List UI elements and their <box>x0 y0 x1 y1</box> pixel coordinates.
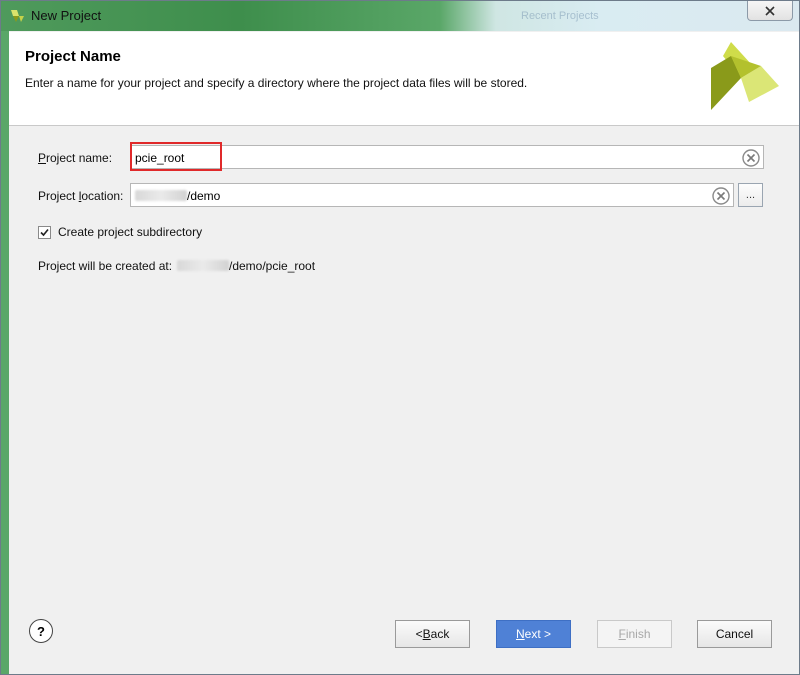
wizard-content: Project name: pcie_root Project location… <box>9 126 799 674</box>
project-location-input[interactable]: /demo <box>130 183 734 207</box>
next-label: ext > <box>524 627 552 641</box>
redacted-path <box>135 190 187 201</box>
back-label: ack <box>430 627 450 641</box>
title-bar: New Project Recent Projects <box>1 1 799 31</box>
close-icon <box>765 5 775 16</box>
finish-button[interactable]: Finish <box>597 620 672 648</box>
browse-label: ... <box>745 189 756 201</box>
create-subdirectory-checkbox[interactable] <box>38 226 51 239</box>
window-frame-left <box>1 31 9 674</box>
clear-icon[interactable] <box>742 149 760 167</box>
window-title: New Project <box>31 8 102 23</box>
project-name-label: Project name: <box>38 151 113 165</box>
page-description: Enter a name for your project and specif… <box>25 76 528 90</box>
cancel-button[interactable]: Cancel <box>697 620 772 648</box>
browse-location-button[interactable]: ... <box>738 183 763 207</box>
create-subdirectory-label: Create project subdirectory <box>58 225 203 239</box>
annotation-highlight-box <box>130 142 222 171</box>
project-location-label: Project location: <box>38 189 124 203</box>
help-button[interactable]: ? <box>29 619 53 643</box>
help-icon: ? <box>37 623 45 639</box>
close-button[interactable] <box>747 1 793 21</box>
page-title: Project Name <box>25 48 121 65</box>
wizard-header: Project Name Enter a name for your proje… <box>9 32 799 126</box>
next-button[interactable]: Next > <box>496 620 571 648</box>
created-at-path: /demo/pcie_root <box>229 259 316 273</box>
background-window-title: Recent Projects <box>521 10 599 22</box>
finish-label: inish <box>625 627 651 641</box>
clear-icon[interactable] <box>712 187 730 205</box>
created-at-prefix: Project will be created at: <box>38 259 173 273</box>
back-button[interactable]: < Back <box>395 620 470 648</box>
checkmark-icon <box>40 228 49 237</box>
back-prefix: < <box>415 627 423 641</box>
project-location-value: /demo <box>187 189 221 203</box>
vivado-logo-icon <box>711 42 779 110</box>
new-project-window: New Project Recent Projects Project Name… <box>0 0 800 675</box>
project-name-input[interactable]: pcie_root <box>130 145 764 169</box>
app-logo-icon <box>11 10 24 22</box>
redacted-path <box>177 260 229 271</box>
cancel-label: Cancel <box>715 627 754 641</box>
